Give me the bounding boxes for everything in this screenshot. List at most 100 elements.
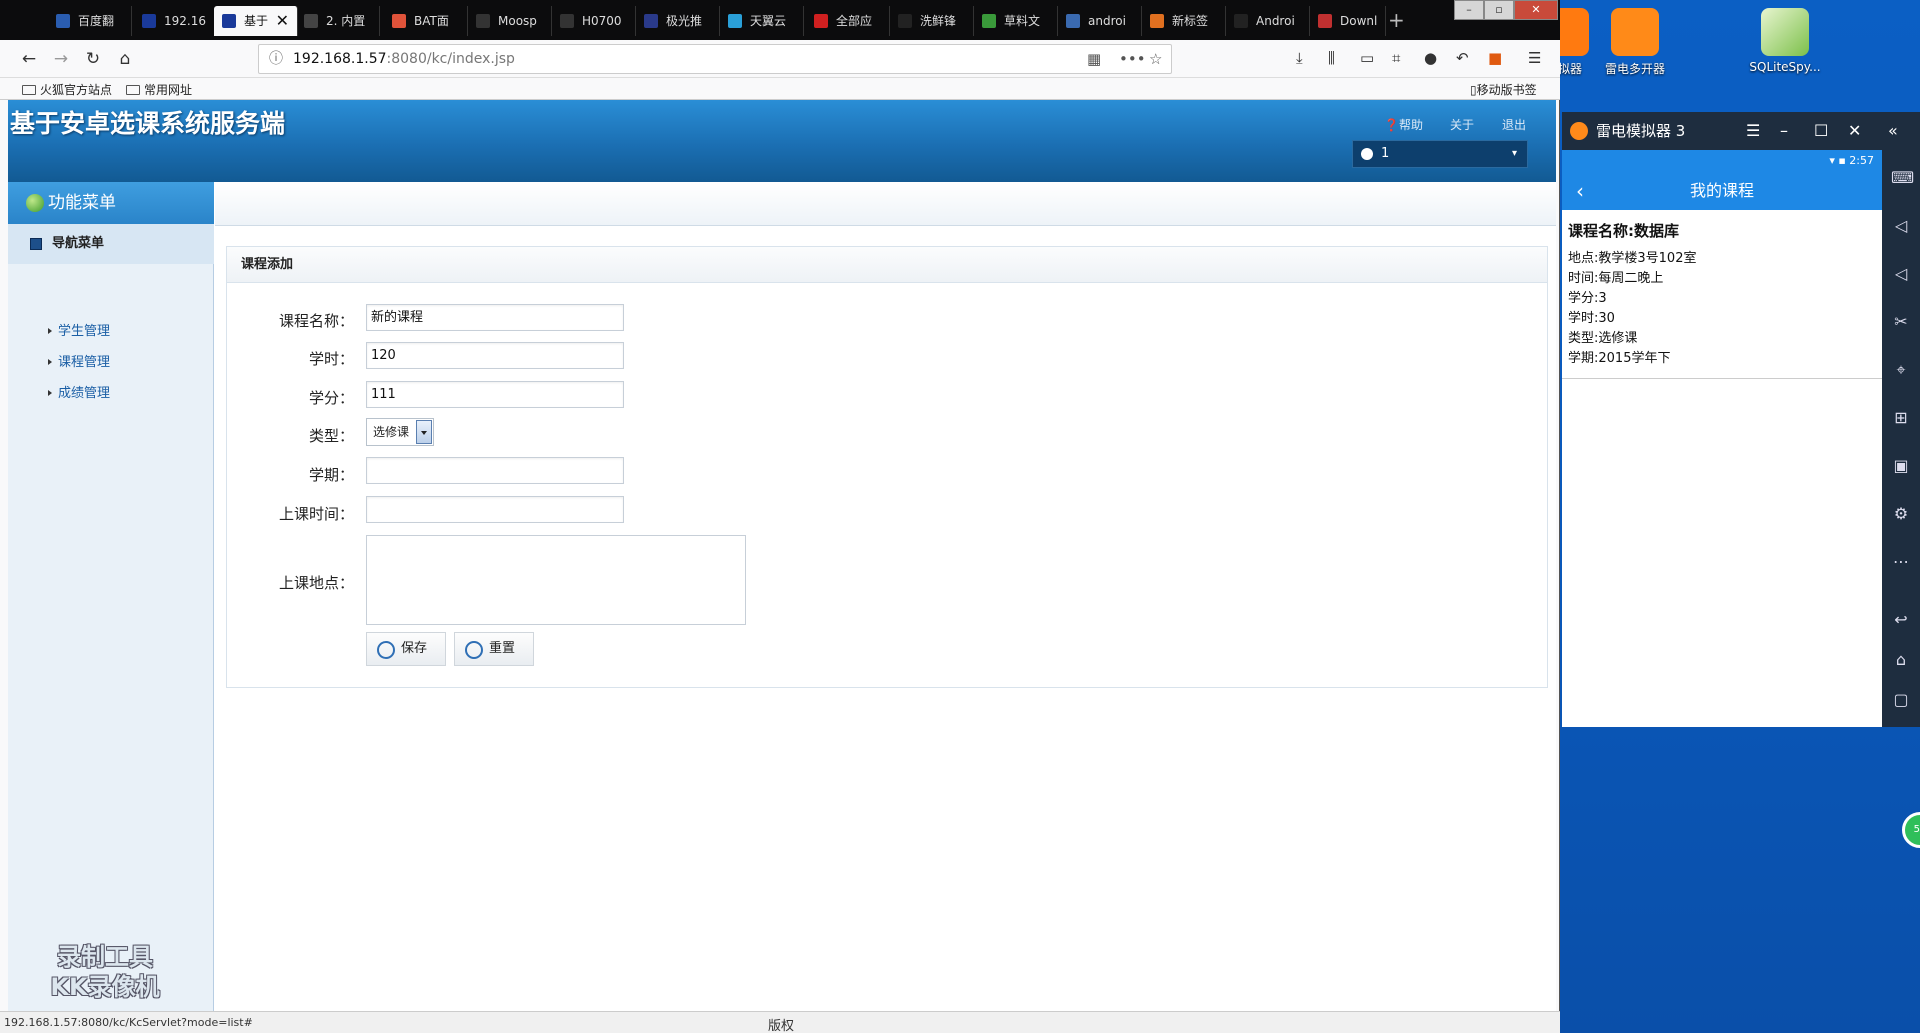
browser-tab[interactable]: 极光推 — [636, 6, 720, 36]
keyboard-icon[interactable]: ⌨ — [1891, 168, 1914, 188]
url-bar[interactable]: ⓘ 192.168.1.57:8080/kc/index.jsp ▦ ••• ☆ — [258, 44, 1172, 74]
browser-tab[interactable]: 192.16 — [134, 6, 218, 36]
help-icon: ❓ — [1384, 118, 1399, 132]
forward-icon[interactable]: → — [50, 48, 72, 70]
tab-bar: 百度翻 192.16 基于 ✕ 2. 内置 BAT面 Moosp H0700 极光推 天翼云 全部应… — [0, 0, 1560, 40]
more-icon[interactable]: ⋯ — [1891, 552, 1911, 572]
tab-label: 新标签 — [1172, 14, 1209, 28]
reset-button[interactable]: 重置 — [454, 632, 534, 666]
term-input[interactable] — [366, 457, 624, 484]
library-icon[interactable]: ⫼ — [1328, 49, 1335, 67]
chat-icon[interactable]: ● — [1424, 49, 1437, 67]
settings-icon[interactable]: ⚙ — [1891, 504, 1911, 524]
sidebar-item-grade-management[interactable]: 成绩管理 — [48, 382, 110, 401]
browser-tab[interactable]: 洗鲜锋 — [890, 6, 974, 36]
bookmark-star-icon[interactable]: ☆ — [1149, 45, 1162, 73]
emulator-window: 雷电模拟器 3 ☰ – ☐ ✕ « ▾ ▪ 2:57 ‹ 我的课程 课程名称:数… — [1562, 112, 1920, 727]
bookmark-common-sites[interactable]: 常用网址 — [126, 81, 192, 98]
sidebar-item-student-management[interactable]: 学生管理 — [48, 320, 110, 339]
favicon-icon — [392, 14, 406, 28]
volume-up-icon[interactable]: ◁ — [1891, 216, 1911, 236]
sidebar-icon[interactable]: ▭ — [1360, 49, 1374, 67]
browser-tab[interactable]: H0700 — [552, 6, 636, 36]
site-header: 基于安卓选课系统服务端 ❓帮助 关于 退出 1 ▾ — [8, 100, 1556, 182]
help-link[interactable]: ❓帮助 — [1384, 116, 1423, 133]
sidebar-item-course-management[interactable]: 课程管理 — [48, 351, 110, 370]
favicon-icon — [304, 14, 318, 28]
course-name-input[interactable]: 新的课程 — [366, 304, 624, 331]
info-icon[interactable]: ⓘ — [269, 45, 283, 73]
new-tab-button[interactable]: + — [1388, 8, 1405, 32]
about-link[interactable]: 关于 — [1450, 116, 1474, 133]
hours-input[interactable]: 120 — [366, 342, 624, 369]
download-icon[interactable]: ⤓ — [1296, 49, 1303, 67]
close-tab-icon[interactable]: ✕ — [276, 6, 289, 36]
reload-icon[interactable]: ↻ — [82, 48, 104, 70]
browser-tab[interactable]: 全部应 — [806, 6, 890, 36]
menu-icon[interactable]: ☰ — [1528, 49, 1541, 67]
close-window-button[interactable]: ✕ — [1514, 0, 1558, 20]
bookmark-label: 移动版书签 — [1476, 83, 1537, 97]
add-app-icon[interactable]: ⊞ — [1891, 408, 1911, 428]
browser-tab[interactable]: 2. 内置 — [296, 6, 380, 36]
more-actions-icon[interactable]: ••• — [1119, 45, 1146, 73]
back-icon[interactable]: ↩ — [1891, 610, 1911, 630]
tab-label: 极光推 — [666, 14, 703, 28]
minimize-button[interactable]: – — [1454, 0, 1484, 20]
bookmark-firefox-official[interactable]: 火狐官方站点 — [22, 81, 112, 98]
maximize-button[interactable]: ▫ — [1484, 0, 1514, 20]
tab-label: 草料文 — [1004, 14, 1041, 28]
desktop-icon-sqlitespy[interactable]: SQLiteSpy... — [1740, 8, 1830, 74]
browser-tab[interactable]: BAT面 — [384, 6, 468, 36]
credit-input[interactable]: 111 — [366, 381, 624, 408]
browser-tab[interactable]: androi — [1058, 6, 1142, 36]
home-icon[interactable]: ⌂ — [1891, 650, 1911, 670]
multi-opener-app-icon — [1611, 8, 1659, 56]
location-icon[interactable]: ⌖ — [1891, 360, 1911, 380]
tab-label: Moosp — [498, 14, 537, 28]
app-bar: ‹ 我的课程 — [1562, 172, 1882, 210]
minimize-icon[interactable]: – — [1780, 112, 1788, 150]
browser-tab[interactable]: 基于 ✕ — [214, 6, 298, 36]
undo-icon[interactable]: ↶ — [1456, 49, 1469, 67]
home-icon[interactable]: ⌂ — [114, 48, 136, 70]
mobile-bookmarks[interactable]: ▯移动版书签 — [1470, 81, 1537, 98]
favicon-icon — [1318, 14, 1332, 28]
class-time-input[interactable] — [366, 496, 624, 523]
browser-tab[interactable]: 天翼云 — [720, 6, 804, 36]
type-select[interactable]: 选修课 — [366, 418, 434, 446]
scissors-icon[interactable]: ✂ — [1891, 312, 1911, 332]
nav-section-header[interactable]: 导航菜单 — [8, 224, 214, 264]
desktop-icon-multi-opener[interactable]: 雷电多开器 — [1590, 8, 1680, 77]
tab-label: H0700 — [582, 14, 622, 28]
tab-label: 全部应 — [836, 14, 873, 28]
chevron-down-icon[interactable] — [416, 420, 432, 444]
maximize-icon[interactable]: ☐ — [1814, 112, 1828, 150]
browser-tab[interactable]: 百度翻 — [48, 6, 132, 36]
type-select-value: 选修课 — [373, 425, 410, 439]
volume-down-icon[interactable]: ◁ — [1891, 264, 1911, 284]
browser-tab[interactable]: Moosp — [468, 6, 552, 36]
desktop-icon-label: 拟器 — [1557, 62, 1582, 76]
wifi-icon: ▾ ▪ — [1829, 154, 1850, 167]
back-icon[interactable]: ← — [18, 48, 40, 70]
recent-apps-icon[interactable]: ▢ — [1891, 690, 1911, 710]
screenshot-icon[interactable]: ⌗ — [1392, 49, 1400, 67]
menu-icon[interactable]: ☰ — [1746, 112, 1760, 150]
close-icon[interactable]: ✕ — [1848, 112, 1861, 150]
browser-tab[interactable]: 新标签 — [1142, 6, 1226, 36]
class-place-textarea[interactable] — [366, 535, 746, 625]
save-button[interactable]: 保存 — [366, 632, 446, 666]
back-arrow-icon[interactable]: ‹ — [1576, 172, 1584, 210]
logout-link[interactable]: 退出 — [1502, 116, 1526, 133]
user-dropdown[interactable]: 1 ▾ — [1352, 140, 1528, 168]
apk-icon[interactable]: ▣ — [1891, 456, 1911, 476]
sidebar: 功能菜单 导航菜单 学生管理 课程管理 成绩管理 录制工具 KK录像机 — [8, 182, 214, 1033]
browser-tab[interactable]: Androi — [1226, 6, 1310, 36]
watermark-line: 录制工具 — [57, 943, 153, 971]
addon-icon[interactable]: ■ — [1488, 49, 1502, 67]
qr-code-icon[interactable]: ▦ — [1087, 45, 1101, 73]
browser-tab[interactable]: Downl — [1310, 6, 1386, 36]
browser-tab[interactable]: 草料文 — [974, 6, 1058, 36]
collapse-sidebar-icon[interactable]: « — [1888, 112, 1898, 150]
